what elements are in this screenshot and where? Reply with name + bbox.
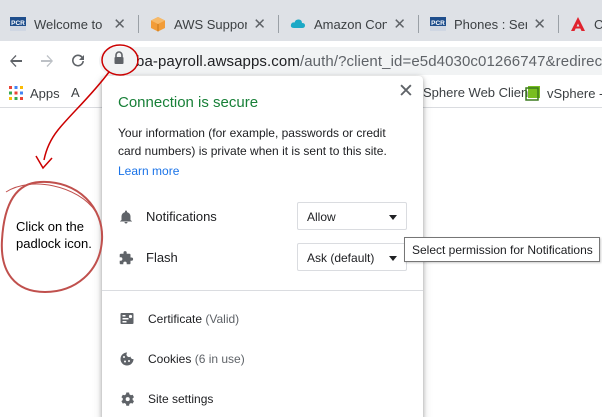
annotation-text: Click on the padlock icon.	[16, 219, 92, 251]
tab-welcome[interactable]: PCR Welcome to P ✕	[0, 7, 136, 41]
app-a-icon	[570, 16, 586, 32]
cookies-label: Cookies	[148, 352, 192, 366]
permission-tooltip: Select permission for Notifications	[404, 237, 600, 262]
padlock-icon[interactable]	[111, 50, 127, 66]
cloud-icon	[290, 16, 306, 32]
tab-separator	[278, 15, 279, 33]
site-info-popup: ✕ Connection is secure Your information …	[102, 76, 423, 417]
reload-button[interactable]	[65, 48, 91, 74]
bell-icon	[118, 209, 134, 225]
select-value: Allow	[307, 210, 336, 224]
pcr-icon: PCR	[430, 16, 446, 32]
tab-close-icon[interactable]: ✕	[393, 17, 406, 32]
tab-title: Welcome to P	[34, 16, 108, 32]
certificate-icon	[119, 311, 135, 327]
site-settings-link[interactable]: Site settings	[102, 386, 423, 412]
pcr-icon-text: PCR	[11, 20, 25, 27]
tab-partial[interactable]: Cu	[560, 7, 602, 41]
url-path: /auth/?client_id=e5d4030c01266747&redire…	[299, 53, 602, 70]
link-label: Site settings	[148, 392, 214, 406]
tab-phones-services[interactable]: PCR Phones : Serv ✕	[420, 7, 556, 41]
url-text[interactable]: ba-payroll.awsapps.com/auth/?client_id=e…	[136, 53, 602, 70]
tab-amazon-connect[interactable]: Amazon Conn ✕	[280, 7, 416, 41]
link-label: Certificate (Valid)	[148, 312, 239, 326]
permission-label: Notifications	[146, 209, 217, 224]
chevron-down-icon	[389, 256, 397, 261]
apps-grid-icon	[8, 85, 24, 101]
annotation-arrowhead	[35, 155, 53, 170]
reload-icon	[72, 54, 84, 67]
chevron-down-icon	[389, 215, 397, 220]
tab-separator	[558, 15, 559, 33]
tab-close-icon[interactable]: ✕	[113, 17, 126, 32]
bookmark-label: Sphere Web Client	[423, 85, 532, 100]
back-button[interactable]	[3, 48, 29, 74]
tab-close-icon[interactable]: ✕	[533, 17, 546, 32]
certificate-label: Certificate	[148, 312, 203, 326]
learn-more-link[interactable]: Learn more	[118, 164, 179, 178]
bookmark-vsphere[interactable]: vSphere -	[525, 85, 602, 101]
url-host: ba-payroll.awsapps.com	[136, 53, 300, 70]
permission-row-flash: Flash Ask (default)	[102, 243, 423, 273]
cookie-icon	[119, 351, 135, 367]
bookmark-label: A	[71, 85, 80, 100]
gear-icon	[119, 391, 135, 407]
permission-row-notifications: Notifications Allow	[102, 202, 423, 232]
browser-window: PCR Welcome to P ✕ AWS Support ✕ Amazon …	[0, 0, 602, 417]
certificate-link[interactable]: Certificate (Valid)	[102, 306, 423, 332]
tab-separator	[418, 15, 419, 33]
bookmark-vsphere-web-client[interactable]: Sphere Web Client	[423, 85, 532, 100]
back-arrow-icon	[10, 55, 22, 67]
puzzle-icon	[118, 250, 134, 266]
tab-separator	[138, 15, 139, 33]
link-label: Cookies (6 in use)	[148, 352, 245, 366]
select-value: Ask (default)	[307, 251, 375, 265]
bookmark-label: Apps	[30, 85, 60, 101]
notifications-permission-select[interactable]: Allow	[297, 202, 407, 230]
tab-strip: PCR Welcome to P ✕ AWS Support ✕ Amazon …	[0, 0, 602, 41]
cookies-link[interactable]: Cookies (6 in use)	[102, 346, 423, 372]
permission-label: Flash	[146, 250, 178, 265]
cookies-count: (6 in use)	[194, 352, 245, 366]
forward-arrow-icon	[41, 55, 53, 67]
bookmark-label: vSphere -	[547, 85, 602, 101]
popup-description: Your information (for example, passwords…	[118, 126, 387, 158]
popup-title: Connection is secure	[118, 94, 259, 111]
certificate-status: (Valid)	[205, 312, 240, 326]
pcr-icon: PCR	[10, 16, 26, 32]
divider	[102, 290, 423, 291]
tab-title: Cu	[594, 16, 602, 32]
vsphere-icon	[525, 85, 541, 101]
tab-title: Phones : Serv	[454, 16, 528, 32]
close-icon[interactable]: ✕	[398, 82, 414, 101]
tab-close-icon[interactable]: ✕	[253, 17, 266, 32]
tab-aws-support[interactable]: AWS Support ✕	[140, 7, 276, 41]
bookmark-apps[interactable]: Apps	[8, 85, 60, 101]
pcr-icon-text: PCR	[431, 20, 445, 27]
tab-title: AWS Support	[174, 16, 248, 32]
aws-box-icon	[150, 16, 166, 32]
tab-title: Amazon Conn	[314, 16, 388, 32]
annotation-circle-stroke	[5, 183, 97, 213]
flash-permission-select[interactable]: Ask (default)	[297, 243, 407, 271]
forward-button[interactable]	[34, 48, 60, 74]
bookmark-partial[interactable]: A	[71, 85, 80, 100]
